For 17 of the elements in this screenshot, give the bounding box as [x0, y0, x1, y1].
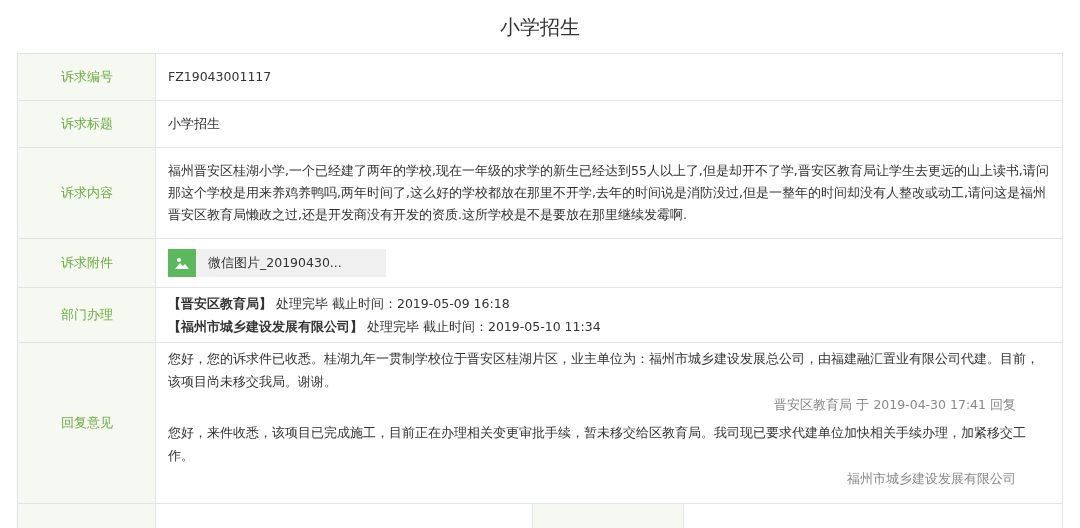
field-value: 福州晋安区桂湖小学,一个已经建了两年的学校,现在一年级的求学的新生已经达到55人以上了,但是却开不了学,晋安区教育局让学生去更远的山上读书,请问那这个学校是用来养鸡养鸭吗,两年时间了,这么好的学校都放在那里不开学,去年的时间说是消防没过,但是一整年的时间却没有人整改或动工,请问这是福州晋安区教育局懒政之过,还是开发商没有开发的资质.这所学校是不是要放在那里继续发霉啊. — [168, 162, 1050, 224]
reply-text: 您好，来件收悉，该项目已完成施工，目前正在办理相关变更审批手续，暂未移交给区教育局。我司现已要求代建单位加快相关手续办理，加紧移交工作。 — [168, 424, 1027, 465]
row-label-cell: 部门办理 — [18, 288, 156, 342]
handling-record: 【福州市城乡建设发展有限公司】 处理完毕 截止时间：2019-05-10 11:34 — [168, 318, 602, 336]
reply-signature: 福州市城乡建设发展有限公司 — [847, 470, 1016, 488]
reply-signature: 晋安区教育局 于 2019-04-30 17:41 回复 — [774, 396, 1016, 414]
row-label-cell: 诉求编号 — [18, 54, 156, 100]
field-value: 小学招生 — [168, 115, 221, 133]
field-value: FZ19043001117 — [168, 68, 273, 86]
page-title: 小学招生 — [499, 14, 581, 41]
row-label-cell: 诉求内容 — [18, 148, 156, 238]
row-label-cell: 回复意见 — [18, 343, 156, 503]
attachment-link[interactable]: 微信图片_20190430... — [168, 249, 386, 277]
reply-text: 您好，您的诉求件已收悉。桂湖九年一贯制学校位于晋安区桂湖片区，业主单位为：福州市城乡建设发展总公司，由福建融汇置业有限公司代建。目前，该项目尚未移交我局。谢谢。 — [168, 350, 1040, 391]
row-label-cell: 诉求标题 — [18, 101, 156, 147]
handling-record: 【晋安区教育局】 处理完毕 截止时间：2019-05-09 16:18 — [168, 295, 511, 313]
row-label-cell: 诉求附件 — [18, 239, 156, 287]
